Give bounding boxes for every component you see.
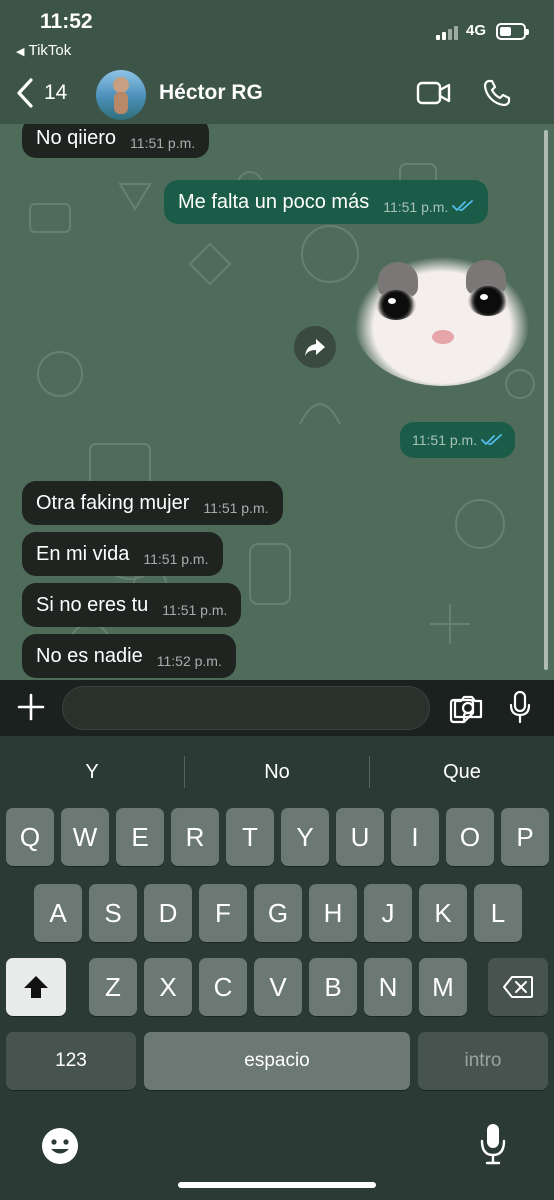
key-y[interactable]: Y [281,808,329,866]
key-o[interactable]: O [446,808,494,866]
key-k[interactable]: K [419,884,467,942]
suggestion[interactable]: No [185,752,369,792]
network-label: 4G [466,22,487,39]
key-n[interactable]: N [364,958,412,1016]
message-text: No qiiero [36,126,117,149]
camera-icon[interactable] [452,694,484,720]
message-text: En mi vida [36,542,130,565]
home-indicator [178,1182,376,1188]
composer-bar [0,680,554,736]
message-time: 11:51 p.m. [130,135,196,151]
back-triangle-icon: ◀ [16,46,25,58]
key-p[interactable]: P [501,808,549,866]
key-a[interactable]: A [34,884,82,942]
backspace-key[interactable] [488,958,548,1016]
return-key[interactable]: intro [418,1032,548,1090]
emoji-icon[interactable] [40,1126,80,1166]
key-f[interactable]: F [199,884,247,942]
key-c[interactable]: C [199,958,247,1016]
message-bubble[interactable]: En mi vida 11:51 p.m. [22,532,223,576]
key-e[interactable]: E [116,808,164,866]
key-d[interactable]: D [144,884,192,942]
key-j[interactable]: J [364,884,412,942]
shift-icon [24,976,48,998]
status-time: 11:52 [40,10,93,33]
video-call-icon[interactable] [416,80,452,106]
forward-icon [305,339,325,356]
message-time: 11:52 p.m. [156,653,222,669]
battery-icon [496,23,529,40]
key-u[interactable]: U [336,808,384,866]
contact-name[interactable]: Héctor RG [159,81,263,105]
message-text: Me falta un poco más [178,190,370,213]
back-to-app-link[interactable]: ◀ TikTok [16,42,71,59]
key-v[interactable]: V [254,958,302,1016]
phone-call-icon[interactable] [482,78,512,108]
numbers-key[interactable]: 123 [6,1032,136,1090]
unread-count: 14 [44,81,68,104]
key-h[interactable]: H [309,884,357,942]
message-time: 11:51 p.m. [412,432,478,448]
read-ticks-icon [452,200,474,211]
key-l[interactable]: L [474,884,522,942]
signal-icon [436,24,462,40]
suggestion[interactable]: Y [0,752,184,792]
key-r[interactable]: R [171,808,219,866]
message-bubble[interactable]: Otra faking mujer 11:51 p.m. [22,481,283,525]
contact-avatar[interactable] [96,70,146,120]
message-text: Otra faking mujer [36,491,190,514]
message-bubble[interactable]: Me falta un poco más 11:51 p.m. [164,180,489,224]
forward-button[interactable] [294,326,336,368]
message-bubble[interactable]: No qiiero 11:51 p.m. [22,124,210,158]
message-text: No es nadie [36,644,143,667]
sticker-time-bubble: 11:51 p.m. [400,422,516,458]
message-bubble[interactable]: No es nadie 11:52 p.m. [22,634,236,678]
message-input[interactable] [62,686,475,730]
message-time: 11:51 p.m. [383,199,449,215]
message-time: 11:51 p.m. [143,551,209,567]
key-b[interactable]: B [309,958,357,1016]
read-ticks-icon [481,434,503,445]
key-s[interactable]: S [89,884,137,942]
message-time: 11:51 p.m. [162,602,228,618]
key-x[interactable]: X [144,958,192,1016]
chat-header: 11:52 ◀ TikTok 4G 14 Héctor RG [0,0,554,124]
key-t[interactable]: T [226,808,274,866]
keyboard: Y No Que Q W E R T Y U I O P A S D F G H… [0,736,554,1200]
key-q[interactable]: Q [6,808,54,866]
shift-key[interactable] [6,958,66,1016]
message-bubble[interactable]: Si no eres tu 11:51 p.m. [22,583,242,627]
chat-scrollbar[interactable] [544,130,548,670]
message-time: 11:51 p.m. [203,500,269,516]
chat-area[interactable]: No qiiero 11:51 p.m. Me falta un poco má… [0,124,554,680]
key-z[interactable]: Z [89,958,137,1016]
space-key[interactable]: espacio [144,1032,410,1090]
crying-cat-sticker[interactable] [354,256,530,386]
key-g[interactable]: G [254,884,302,942]
backspace-icon [503,976,533,998]
back-button[interactable]: 14 [14,76,67,110]
back-app-label: TikTok [28,42,72,59]
back-chevron-icon [17,78,33,108]
microphone-icon[interactable] [508,690,532,724]
suggestion[interactable]: Que [370,752,554,792]
key-m[interactable]: M [419,958,467,1016]
key-w[interactable]: W [61,808,109,866]
message-text: Si no eres tu [36,593,149,616]
dictation-mic-icon[interactable] [478,1122,508,1166]
key-i[interactable]: I [391,808,439,866]
plus-icon[interactable] [16,692,46,722]
